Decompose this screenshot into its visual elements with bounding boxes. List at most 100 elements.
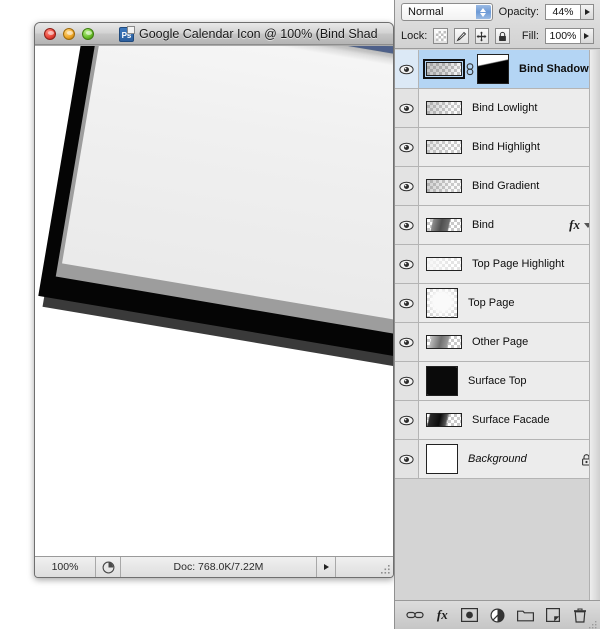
document-window: Ps Google Calendar Icon @ 100% (Bind Sha… [34, 22, 394, 578]
new-adjustment-layer-button[interactable] [487, 606, 507, 624]
layer-thumbnail[interactable] [426, 444, 458, 474]
layer-visibility-toggle[interactable] [395, 245, 419, 283]
resize-grip-glyph [589, 621, 597, 629]
layer-visibility-toggle[interactable] [395, 440, 419, 478]
move-icon [476, 31, 487, 41]
layer-thumbnail[interactable] [426, 413, 462, 427]
layer-mask-thumbnail[interactable] [477, 54, 509, 84]
zoom-level-field[interactable]: 100% [35, 557, 96, 577]
layer-list[interactable]: Bind Shadow Bind Lowlight Bind Highlight Bi… [395, 50, 600, 600]
eye-icon [399, 64, 414, 74]
link-layers-button[interactable] [405, 606, 425, 624]
opacity-input[interactable]: 44% [545, 4, 581, 20]
layer-thumbnail[interactable] [426, 257, 462, 271]
layer-thumbnail-content [427, 289, 457, 317]
add-layer-style-button[interactable]: fx [432, 606, 452, 624]
close-button[interactable] [44, 28, 56, 40]
layer-row-bind-gradient[interactable]: Bind Gradient [395, 167, 600, 206]
eye-icon [399, 142, 414, 152]
lock-all-button[interactable] [495, 28, 510, 44]
layer-name[interactable]: Top Page [458, 297, 592, 309]
lock-transparent-pixels-button[interactable] [433, 28, 448, 44]
layer-name[interactable]: Bind [462, 219, 569, 231]
layer-thumbnail[interactable] [426, 335, 462, 349]
opacity-slider-button[interactable] [581, 4, 594, 20]
layer-row-top-page[interactable]: Top Page [395, 284, 600, 323]
layer-thumbnail[interactable] [426, 288, 458, 318]
opacity-label: Opacity: [498, 6, 539, 18]
checkerboard-icon [435, 31, 446, 41]
layer-thumbnail-content [427, 445, 457, 473]
layer-row-surface-top[interactable]: Surface Top [395, 362, 600, 401]
fill-slider-button[interactable] [580, 28, 594, 44]
layer-thumbnail-cell [419, 218, 462, 232]
layer-name[interactable]: Bind Shadow [509, 63, 592, 75]
new-layer-button[interactable] [543, 606, 563, 624]
layer-mask-link-icon[interactable] [465, 62, 474, 76]
layer-name[interactable]: Bind Highlight [462, 141, 592, 153]
eye-icon [399, 376, 414, 386]
preview-proxy-icon[interactable] [96, 557, 121, 577]
lock-position-button[interactable] [474, 28, 490, 44]
layer-effects-fx-icon[interactable]: fx [569, 217, 580, 233]
layer-visibility-toggle[interactable] [395, 128, 419, 166]
layer-thumbnail[interactable] [426, 140, 462, 154]
layer-visibility-toggle[interactable] [395, 323, 419, 361]
eye-icon [399, 259, 414, 269]
blend-mode-select[interactable]: Normal [401, 3, 493, 21]
calendar-icon-artwork [35, 46, 393, 369]
fill-label: Fill: [521, 30, 539, 42]
layer-row-bind-lowlight[interactable]: Bind Lowlight [395, 89, 600, 128]
lock-image-pixels-button[interactable] [453, 28, 469, 44]
zoom-button[interactable] [82, 28, 94, 40]
canvas-inner[interactable] [35, 46, 393, 557]
layer-visibility-toggle[interactable] [395, 362, 419, 400]
layer-row-bind-shadow[interactable]: Bind Shadow [395, 50, 600, 89]
layer-name[interactable]: Other Page [462, 336, 592, 348]
layer-name[interactable]: Bind Gradient [462, 180, 592, 192]
layer-row-background[interactable]: Background [395, 440, 600, 479]
minimize-button[interactable] [63, 28, 75, 40]
layer-row-bind[interactable]: Bind fx [395, 206, 600, 245]
blend-mode-stepper-arrows[interactable] [475, 5, 491, 19]
layer-name[interactable]: Background [458, 453, 581, 465]
layer-row-top-page-highlight[interactable]: Top Page Highlight [395, 245, 600, 284]
status-menu-arrow[interactable] [317, 557, 336, 577]
layer-visibility-toggle[interactable] [395, 167, 419, 205]
layer-row-bind-highlight[interactable]: Bind Highlight [395, 128, 600, 167]
add-layer-mask-button[interactable] [460, 606, 480, 624]
eye-icon [399, 103, 414, 113]
fx-icon: fx [436, 607, 448, 622]
layers-panel-toolbar: fx [395, 600, 600, 629]
layer-thumbnail[interactable] [426, 179, 462, 193]
layer-visibility-toggle[interactable] [395, 284, 419, 322]
layer-thumbnail[interactable] [426, 101, 462, 115]
document-title: Google Calendar Icon @ 100% (Bind Shad [139, 27, 378, 41]
mask-icon [461, 608, 479, 622]
new-group-button[interactable] [515, 606, 535, 624]
layer-visibility-toggle[interactable] [395, 206, 419, 244]
layer-thumbnail[interactable] [426, 218, 462, 232]
layers-panel-scrollbar[interactable] [589, 50, 600, 600]
window-resize-grip[interactable] [379, 563, 392, 576]
layer-row-surface-facade[interactable]: Surface Facade [395, 401, 600, 440]
layer-thumbnail[interactable] [423, 59, 465, 79]
layer-visibility-toggle[interactable] [395, 50, 419, 88]
layer-visibility-toggle[interactable] [395, 89, 419, 127]
layer-thumbnail[interactable] [426, 366, 458, 396]
blend-mode-value: Normal [408, 6, 444, 18]
layer-thumbnail-cell [419, 288, 458, 318]
canvas-area[interactable] [35, 45, 393, 557]
layer-thumbnail-cell [419, 444, 458, 474]
document-size-info[interactable]: Doc: 768.0K/7.22M [121, 557, 317, 577]
layer-name[interactable]: Surface Facade [462, 414, 592, 426]
document-title-bar[interactable]: Ps Google Calendar Icon @ 100% (Bind Sha… [35, 23, 393, 45]
layer-name[interactable]: Surface Top [458, 375, 592, 387]
lock-label: Lock: [401, 30, 428, 42]
fill-input[interactable]: 100% [544, 28, 581, 44]
layer-name[interactable]: Bind Lowlight [462, 102, 592, 114]
layer-name[interactable]: Top Page Highlight [462, 258, 592, 270]
panel-resize-grip[interactable] [588, 617, 598, 629]
layer-row-other-page[interactable]: Other Page [395, 323, 600, 362]
layer-visibility-toggle[interactable] [395, 401, 419, 439]
